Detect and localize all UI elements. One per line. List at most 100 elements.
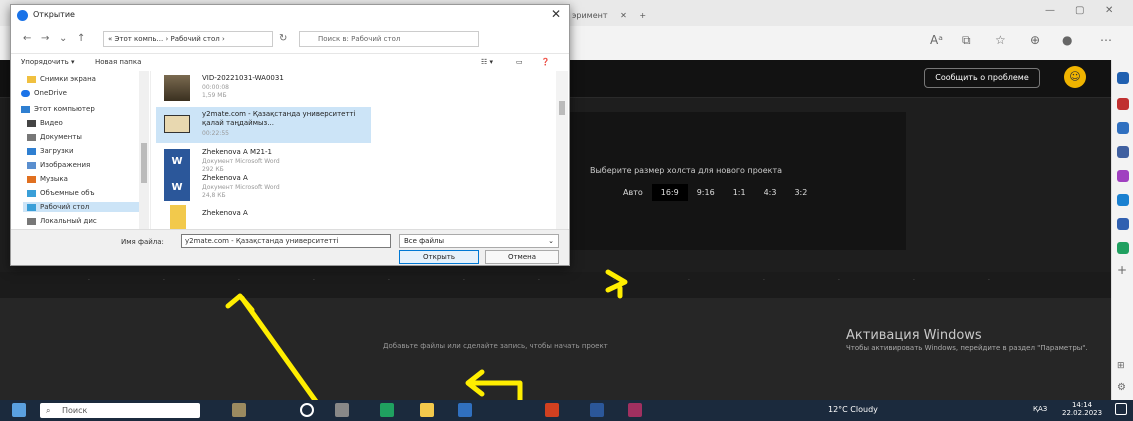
file-explorer-icon[interactable]	[420, 403, 434, 417]
more-menu-icon[interactable]: ⋯	[1100, 33, 1112, 47]
tree-item-downloads[interactable]: Загрузки	[27, 147, 74, 155]
add-icon[interactable]: +	[1117, 264, 1129, 276]
maximize-icon[interactable]: ▢	[1075, 5, 1084, 16]
drop-icon[interactable]	[1117, 242, 1129, 254]
extensions-icon[interactable]: ⧉	[962, 33, 971, 48]
help-icon[interactable]: ❓	[541, 58, 550, 66]
open-button[interactable]: Открыть	[399, 250, 479, 264]
close-window-icon[interactable]: ✕	[1105, 5, 1113, 16]
tree-item-3d-objects[interactable]: Объемные объ	[27, 189, 95, 197]
language-indicator[interactable]: ҚАЗ	[1033, 405, 1047, 413]
address-path-field[interactable]: « Этот компь... › Рабочий стол ›	[103, 31, 273, 47]
up-arrow-icon[interactable]: ↑	[77, 33, 85, 44]
weather-status[interactable]: 12°C Cloudy	[828, 405, 878, 414]
app-icon[interactable]	[545, 403, 559, 417]
folder-icon	[170, 205, 186, 229]
file-duration: 00:00:08	[202, 84, 229, 91]
organize-menu[interactable]: Упорядочить ▾	[21, 58, 75, 66]
back-arrow-icon[interactable]: ←	[23, 33, 31, 44]
view-options-icon[interactable]: ☷ ▾	[481, 58, 493, 66]
pictures-folder-icon	[27, 161, 36, 169]
tree-item-documents[interactable]: Документы	[27, 133, 82, 141]
notifications-icon[interactable]	[1115, 403, 1127, 415]
dialog-toolbar: Упорядочить ▾ Новая папка ☷ ▾ ▭ ❓	[11, 53, 569, 71]
settings-gear-icon[interactable]: ⚙	[1117, 382, 1129, 394]
taskbar-search[interactable]: ⌕ Поиск	[40, 403, 200, 418]
timeline-tick: ·	[88, 277, 90, 284]
start-icon[interactable]	[12, 403, 26, 417]
ratio-option[interactable]: 3:2	[785, 184, 816, 201]
timeline-tick: ·	[463, 277, 465, 284]
ratio-option-selected[interactable]: 16:9	[651, 184, 688, 201]
preview-pane-icon[interactable]: ▭	[516, 58, 523, 66]
ratio-option[interactable]: 4:3	[755, 184, 786, 201]
file-size: 1,59 МБ	[202, 92, 227, 99]
tools-icon[interactable]	[1117, 122, 1129, 134]
ratio-option[interactable]: 9:16	[688, 184, 724, 201]
tree-item-pictures[interactable]: Изображения	[27, 161, 90, 169]
browser-tab[interactable]: эримент ✕ +	[566, 6, 646, 26]
tree-item-onedrive[interactable]: OneDrive	[21, 89, 67, 97]
app2-icon[interactable]	[628, 403, 642, 417]
games-icon[interactable]	[1117, 146, 1129, 158]
office-icon[interactable]	[1117, 170, 1129, 182]
tree-item-desktop[interactable]: Рабочий стол	[23, 202, 143, 212]
edge-icon[interactable]	[380, 403, 394, 417]
file-item[interactable]: VID-20221031-WA0031 00:00:08 1,59 МБ	[156, 71, 371, 107]
filename-input[interactable]: y2mate.com - Қазақстанда университетті	[181, 234, 391, 248]
dialog-close-icon[interactable]: ✕	[551, 7, 561, 21]
file-open-dialog: Открытие ✕ ← → ⌄ ↑ « Этот компь... › Раб…	[10, 4, 570, 266]
tree-item-screenshots[interactable]: Снимки экрана	[27, 75, 96, 83]
computer-icon	[21, 105, 30, 113]
new-tab-icon[interactable]: +	[639, 11, 646, 20]
new-folder-button[interactable]: Новая папка	[95, 58, 141, 66]
report-problem-button[interactable]: Сообщить о проблеме	[924, 68, 1040, 88]
search-icon[interactable]	[1117, 72, 1129, 84]
file-list-scrollbar-thumb[interactable]	[559, 101, 565, 115]
cancel-button[interactable]: Отмена	[485, 250, 559, 264]
timeline-track-area[interactable]: Добавьте файлы или сделайте запись, чтоб…	[0, 298, 1111, 400]
file-list-scrollbar[interactable]	[556, 71, 568, 229]
tab-close-icon[interactable]: ✕	[620, 11, 627, 20]
tree-scrollbar[interactable]	[139, 71, 149, 229]
user-avatar-icon[interactable]: ☺	[1064, 66, 1086, 88]
file-item[interactable]: Zhekenova A	[156, 201, 371, 229]
favorites-icon[interactable]: ☆	[995, 33, 1006, 47]
ratio-option[interactable]: Авто	[614, 184, 652, 201]
task-view-icon[interactable]	[335, 403, 349, 417]
tree-item-local-disk[interactable]: Локальный дис	[27, 217, 97, 225]
minimize-icon[interactable]: —	[1045, 5, 1055, 16]
recent-locations-icon[interactable]: ⌄	[59, 33, 67, 44]
ratio-option[interactable]: 1:1	[724, 184, 755, 201]
file-item-selected[interactable]: y2mate.com - Қазақстанда университетті қ…	[156, 107, 371, 143]
sidebar-layout-icon[interactable]: ⊞	[1117, 360, 1129, 372]
tree-item-videos[interactable]: Видео	[27, 119, 63, 127]
store-icon[interactable]	[458, 403, 472, 417]
forward-arrow-icon[interactable]: →	[41, 33, 49, 44]
file-type: Документ Microsoft Word	[202, 184, 280, 191]
folder-tree: Снимки экрана OneDrive Этот компьютер Ви…	[11, 71, 151, 229]
timeline-ruler[interactable]: · · · · · · · · · · · · ·	[0, 272, 1111, 298]
tree-scrollbar-thumb[interactable]	[141, 143, 147, 183]
profile-icon[interactable]: ●	[1062, 33, 1072, 47]
outlook-icon[interactable]	[1117, 194, 1129, 206]
tree-item-this-pc[interactable]: Этот компьютер	[21, 105, 95, 113]
tree-item-music[interactable]: Музыка	[27, 175, 68, 183]
file-type-value: Все файлы	[404, 237, 445, 245]
word-icon[interactable]	[590, 403, 604, 417]
dialog-title: Открытие	[33, 10, 75, 19]
shopping-icon[interactable]	[1117, 98, 1129, 110]
cortana-icon[interactable]	[300, 403, 314, 417]
file-type-select[interactable]: Все файлы ⌄	[399, 234, 559, 248]
clock[interactable]: 14:14 22.02.2023	[1062, 401, 1102, 417]
3d-objects-folder-icon	[27, 189, 36, 197]
collections-icon[interactable]: ⊕	[1030, 33, 1040, 47]
taskbar-search-label: Поиск	[62, 406, 88, 415]
dialog-search-input[interactable]: Поиск в: Рабочий стол	[299, 31, 479, 47]
refresh-icon[interactable]: ↻	[279, 33, 287, 44]
read-aloud-icon[interactable]: Aᵃ	[930, 33, 943, 47]
timeline-tick: ·	[988, 277, 990, 284]
widget-icon[interactable]	[232, 403, 246, 417]
timeline-empty-hint: Добавьте файлы или сделайте запись, чтоб…	[383, 342, 608, 350]
teams-icon[interactable]	[1117, 218, 1129, 230]
